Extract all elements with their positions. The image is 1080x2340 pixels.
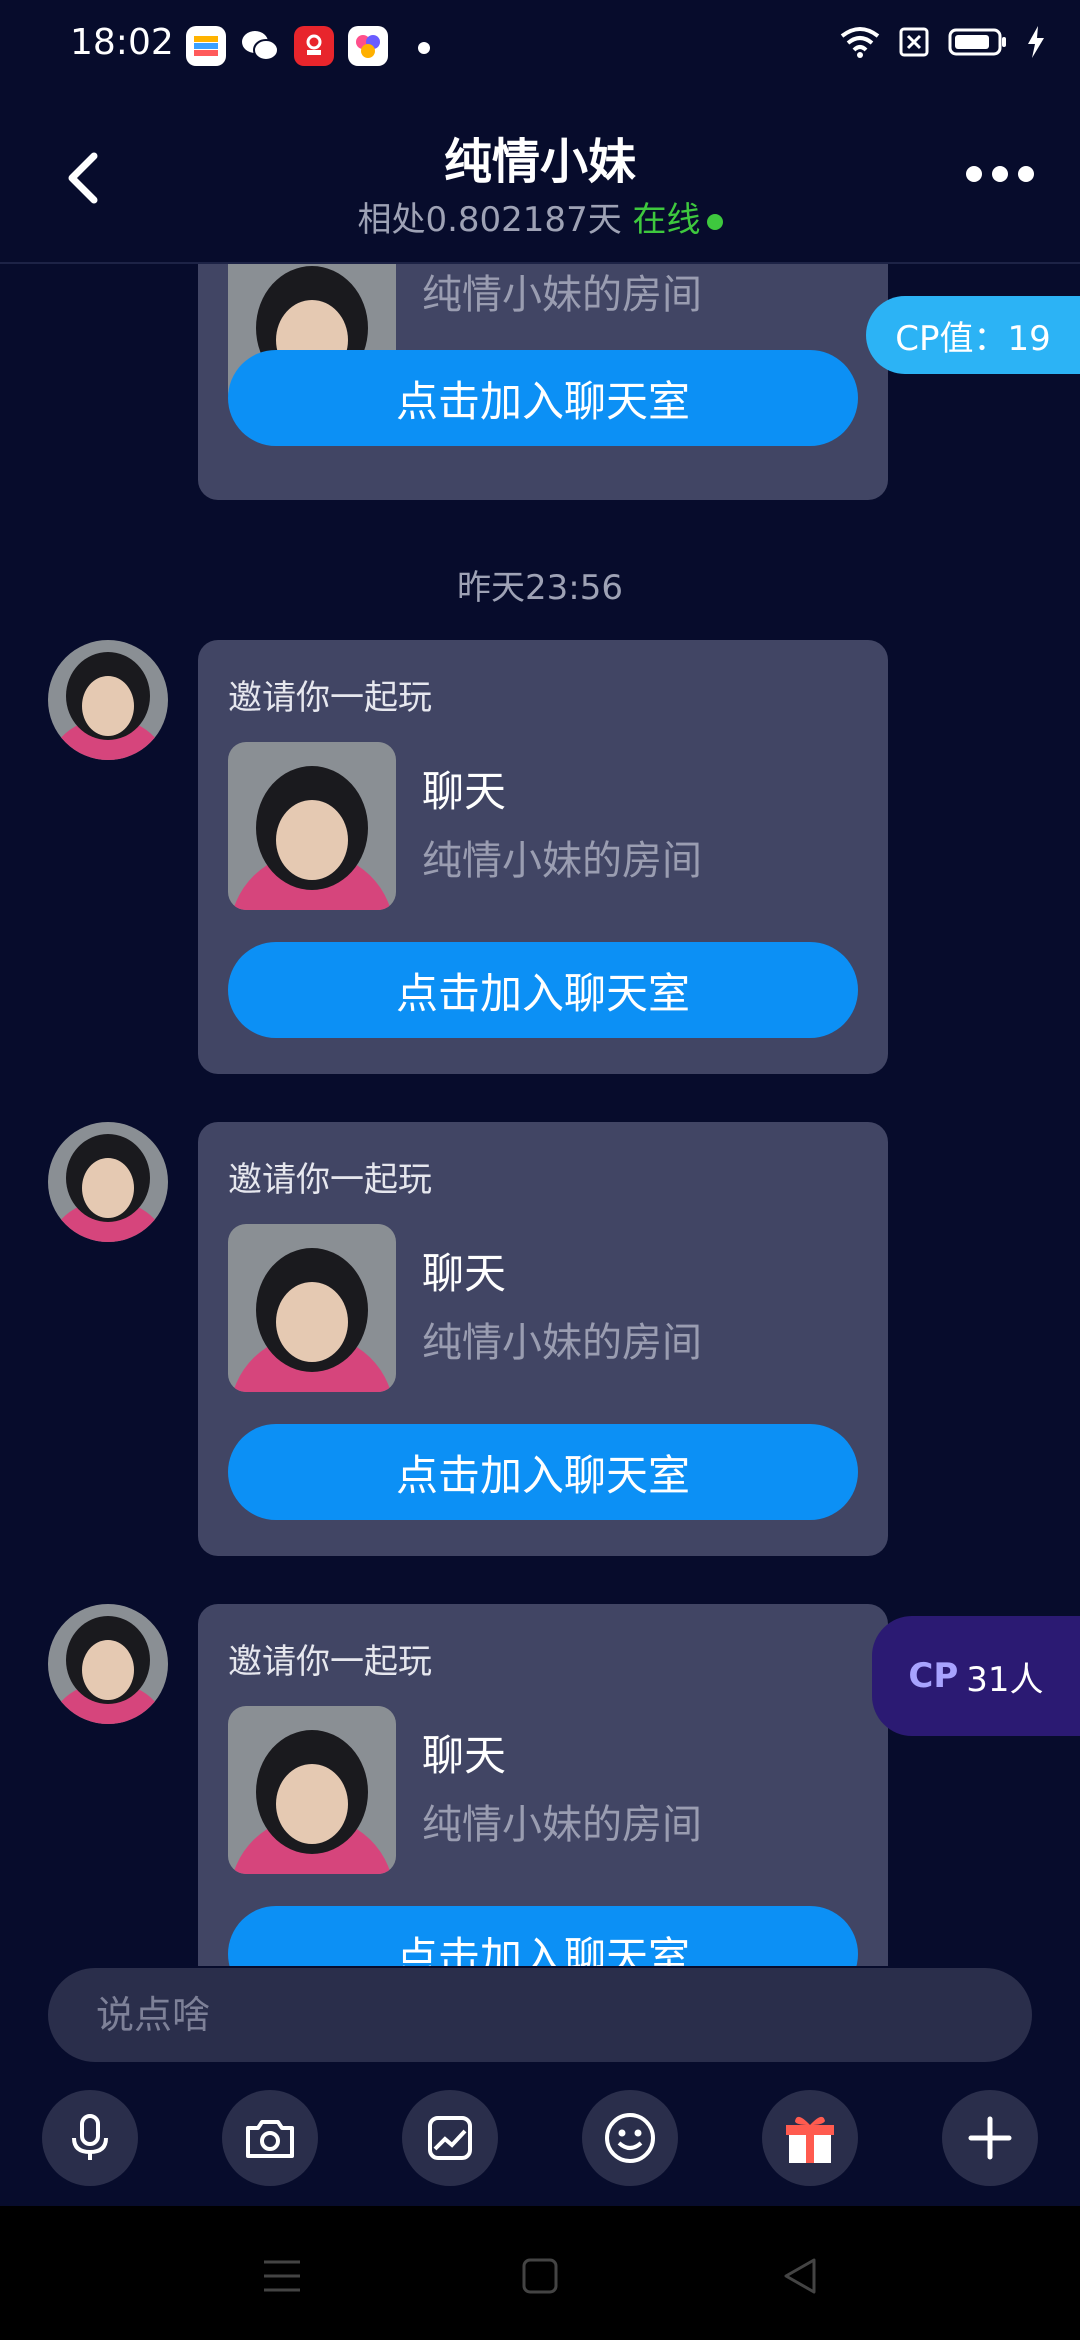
more-actions-button[interactable] <box>942 2090 1038 2186</box>
more-notifications-dot <box>418 42 430 54</box>
message-input[interactable] <box>48 1968 1032 2062</box>
girl-photo-image <box>228 742 396 910</box>
microphone-icon <box>72 2114 108 2160</box>
more-dot-icon <box>1018 166 1034 182</box>
plus-icon <box>968 2116 1012 2160</box>
chat-header: 纯情小妹 相处0.802187天 在线 <box>0 96 1080 264</box>
camera-button[interactable] <box>222 2090 318 2186</box>
avatar[interactable] <box>48 1122 168 1242</box>
room-subtitle: 纯情小妹的房间 <box>422 1320 702 1366</box>
wifi-icon <box>840 27 880 58</box>
gift-button[interactable] <box>762 2090 858 2186</box>
back-triangle-icon <box>784 2258 816 2294</box>
room-thumbnail <box>228 1224 396 1392</box>
online-status: 在线 <box>632 200 701 240</box>
invite-card: 邀请你一起玩 聊天 纯情小妹的房间 点击加入聊天室 <box>198 1604 888 1966</box>
room-subtitle: 纯情小妹的房间 <box>422 838 702 884</box>
game-app-icon <box>348 26 388 66</box>
avatar[interactable] <box>48 1604 168 1724</box>
room-thumbnail <box>228 1706 396 1874</box>
back-nav-button[interactable] <box>770 2246 830 2306</box>
emoji-icon <box>605 2113 655 2163</box>
online-dot-icon <box>706 213 723 230</box>
menu-icon <box>264 2260 300 2292</box>
image-button[interactable] <box>402 2090 498 2186</box>
more-dot-icon <box>992 166 1008 182</box>
charging-icon <box>1028 26 1044 58</box>
invite-label: 邀请你一起玩 <box>228 1160 432 1200</box>
invite-card: 邀请你一起玩 聊天 纯情小妹的房间 点击加入聊天室 <box>198 1122 888 1556</box>
invite-card: 纯情小妹的房间 点击加入聊天室 <box>198 264 888 500</box>
room-subtitle: 纯情小妹的房间 <box>422 272 702 318</box>
contact-name: 纯情小妹 <box>443 134 636 190</box>
system-nav-bar <box>0 2206 1080 2340</box>
no-sim-icon <box>899 27 929 57</box>
cp-tag: CP <box>908 1656 959 1696</box>
avatar[interactable] <box>48 640 168 760</box>
room-title: 聊天 <box>422 1249 507 1298</box>
invite-label: 邀请你一起玩 <box>228 1642 432 1682</box>
join-chatroom-button[interactable]: 点击加入聊天室 <box>228 350 858 446</box>
girl-photo-image <box>228 1706 396 1874</box>
input-area <box>0 1966 1080 2206</box>
join-chatroom-button[interactable]: 点击加入聊天室 <box>228 1424 858 1520</box>
home-square-icon <box>522 2258 558 2294</box>
home-nav-button[interactable] <box>510 2246 570 2306</box>
battery-icon <box>948 28 1006 56</box>
notification-icons <box>186 26 388 66</box>
room-title: 聊天 <box>422 1731 507 1780</box>
invite-label: 邀请你一起玩 <box>228 678 432 718</box>
status-bar: 18:02 <box>0 0 1080 96</box>
cp-value-badge[interactable]: CP值：19 <box>866 296 1080 374</box>
avatar-image <box>48 640 168 760</box>
avatar-image <box>48 1122 168 1242</box>
more-options-button[interactable] <box>966 166 1034 182</box>
input-toolbar <box>0 2090 1080 2186</box>
join-chatroom-button[interactable]: 点击加入聊天室 <box>228 942 858 1038</box>
gift-icon <box>786 2116 834 2163</box>
more-dot-icon <box>966 166 982 182</box>
image-icon <box>428 2116 472 2160</box>
cp-count-badge[interactable]: CP 31人 <box>872 1616 1080 1736</box>
video-app-icon <box>294 26 334 66</box>
wechat-icon <box>240 26 280 66</box>
cp-count-value: 31人 <box>966 1659 1044 1700</box>
camera-icon <box>246 2120 294 2158</box>
room-thumbnail <box>228 742 396 910</box>
wallet-app-icon <box>186 26 226 66</box>
status-time: 18:02 <box>70 22 174 63</box>
message-timestamp: 昨天23:56 <box>457 568 623 608</box>
relationship-status: 相处0.802187天 在线 <box>0 192 1080 241</box>
room-subtitle: 纯情小妹的房间 <box>422 1802 702 1848</box>
emoji-button[interactable] <box>582 2090 678 2186</box>
status-right <box>840 26 1046 58</box>
chat-messages[interactable]: 纯情小妹的房间 点击加入聊天室 昨天23:56 邀请你一起玩 聊天 纯情小妹的房… <box>0 264 1080 1966</box>
room-title: 聊天 <box>422 767 507 816</box>
invite-card: 邀请你一起玩 聊天 纯情小妹的房间 点击加入聊天室 <box>198 640 888 1074</box>
girl-photo-image <box>228 1224 396 1392</box>
join-chatroom-button[interactable]: 点击加入聊天室 <box>228 1906 858 1966</box>
avatar-image <box>48 1604 168 1724</box>
voice-button[interactable] <box>42 2090 138 2186</box>
days-together: 相处0.802187天 <box>357 200 622 240</box>
menu-nav-button[interactable] <box>252 2246 312 2306</box>
